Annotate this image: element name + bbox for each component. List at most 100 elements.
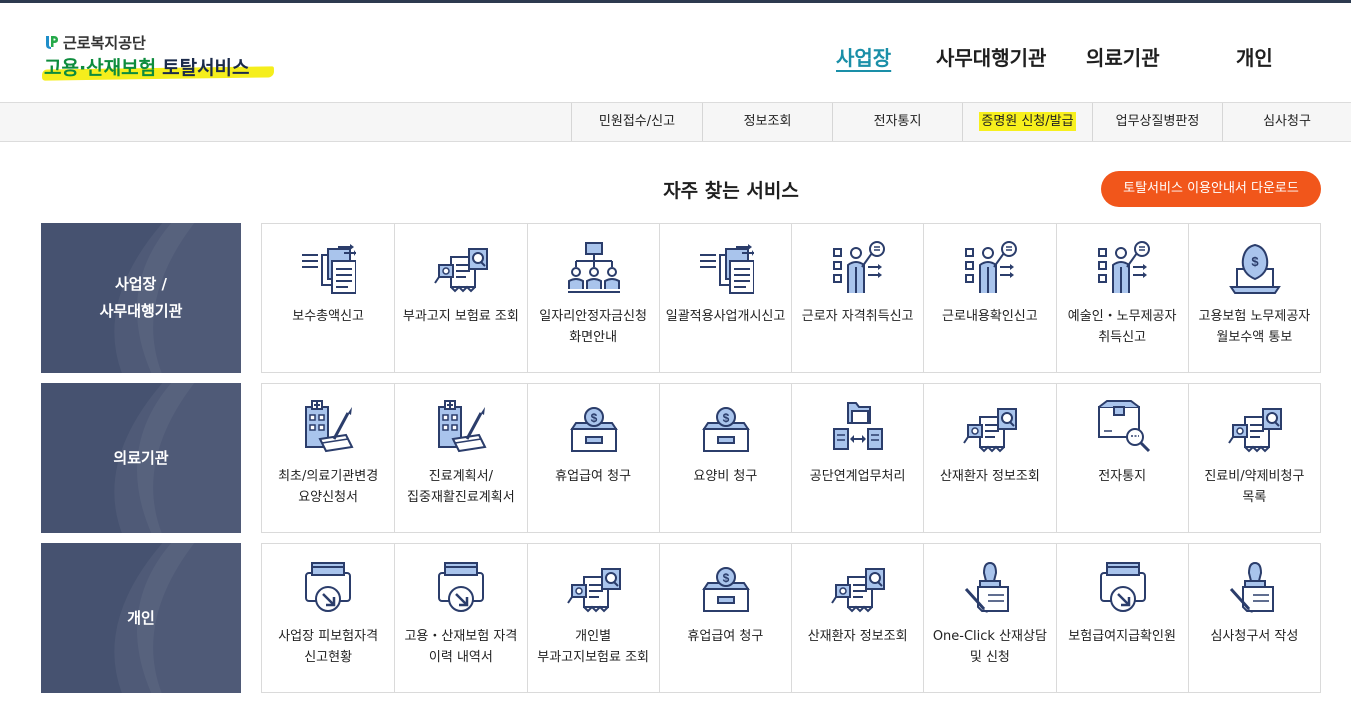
receipt-search-icon: [566, 568, 621, 613]
subnav-label: 심사청구: [1263, 114, 1311, 129]
service-tile[interactable]: 산재환자 정보조회: [791, 544, 923, 692]
document-transfer-icon: [699, 244, 754, 294]
service-tile[interactable]: 최초/의료기관변경 요양신청서: [262, 384, 394, 532]
service-label: 보험급여지급확인원: [1068, 629, 1176, 644]
hospital-form-icon: [438, 400, 487, 453]
service-tile[interactable]: 사업장 피보험자격 신고현황: [262, 544, 394, 692]
subnav-label: 전자통지: [873, 114, 922, 129]
category-label: 개인: [127, 605, 155, 632]
service-label: 근로자 자격취득신고: [801, 309, 914, 324]
presenter-checklist-icon: [1097, 241, 1150, 293]
stamp-sign-icon: [965, 561, 1010, 613]
subnav-inquiry[interactable]: 정보조회: [702, 103, 832, 141]
service-tile[interactable]: 보수총액신고: [262, 224, 394, 372]
service-tile[interactable]: 보험급여지급확인원: [1055, 544, 1188, 692]
subnav-label: 업무상질병판정: [1115, 114, 1200, 129]
service-tile[interactable]: 부과고지 보험료 조회: [394, 224, 526, 372]
service-tile[interactable]: $ 요양비 청구: [658, 384, 791, 532]
service-label: 전자통지: [1098, 469, 1147, 484]
service-tile[interactable]: 근로자 자격취득신고: [791, 224, 923, 372]
site-logo[interactable]: 근로복지공단 고용·산재보험 토탈서비스: [41, 33, 275, 83]
svg-text:$: $: [722, 411, 729, 425]
printer-download-icon: [438, 562, 485, 612]
service-tile[interactable]: 일자리안정자금신청 화면안내: [526, 224, 659, 372]
logo-org-name: 근로복지공단: [63, 33, 146, 52]
header: 근로복지공단 고용·산재보험 토탈서비스 사업장 사무대행기관 의료기관 개인: [0, 3, 1351, 102]
service-grid: 최초/의료기관변경 요양신청서 진료계획서/집중재활진료계획서 $ 휴업급여 청…: [261, 383, 1321, 533]
service-label: 예술인・노무제공자 취득신고: [1067, 309, 1177, 345]
service-label: 보수총액신고: [292, 309, 364, 324]
category-panel: 사업장 / 사무대행기관: [41, 223, 241, 373]
subnav-certificate[interactable]: 증명원 신청/발급: [962, 103, 1092, 141]
category-label-line1: 사업장 /: [114, 275, 168, 293]
service-tile[interactable]: 산재환자 정보조회: [923, 384, 1055, 532]
logo-service-name: 고용·산재보험 토탈서비스: [41, 53, 275, 83]
receipt-search-icon: [1227, 408, 1282, 453]
subnav-label: 증명원 신청/발급: [979, 112, 1076, 131]
service-tile[interactable]: 일괄적용사업개시신고: [658, 224, 791, 372]
svg-text:$: $: [1251, 254, 1259, 269]
hospital-form-icon: [305, 400, 354, 453]
category-label: 사업장 / 사무대행기관: [100, 271, 183, 325]
service-tile[interactable]: $ 고용보험 노무제공자 월보수액 통보: [1187, 224, 1320, 372]
service-tile[interactable]: 공단연계업무처리: [791, 384, 923, 532]
subnav-label: 정보조회: [743, 114, 792, 129]
category-label-line1: 의료기관: [113, 448, 169, 467]
service-tile[interactable]: 고용・산재보험 자격 이력 내역서: [394, 544, 526, 692]
service-label: One-Click 산재상담 및 신청: [932, 629, 1047, 665]
service-label: 일자리안정자금신청 화면안내: [539, 309, 647, 345]
service-label: 사업장 피보험자격 신고현황: [278, 629, 379, 665]
category-panel: 의료기관: [41, 383, 241, 533]
laptop-money-icon: $: [1228, 243, 1281, 294]
service-label: 산재환자 정보조회: [807, 629, 908, 644]
money-box-icon: $: [701, 567, 750, 612]
logo-service-part1: 고용·산재보험: [44, 57, 157, 79]
subnav-review-request[interactable]: 심사청구: [1222, 103, 1351, 141]
service-tile[interactable]: $ 휴업급여 청구: [658, 544, 791, 692]
subnav-e-notice[interactable]: 전자통지: [832, 103, 962, 141]
gnb-agency[interactable]: 사무대행기관: [936, 42, 1046, 71]
service-tile[interactable]: 근로내용확인신고: [923, 224, 1055, 372]
category-label-line2: 사무대행기관: [99, 302, 183, 320]
folder-exchange-icon: [833, 402, 883, 450]
category-label-line1: 개인: [127, 608, 155, 627]
svg-text:$: $: [590, 411, 597, 425]
subnav-disease-judgment[interactable]: 업무상질병판정: [1092, 103, 1222, 141]
service-tile[interactable]: 예술인・노무제공자 취득신고: [1055, 224, 1188, 372]
gnb-business[interactable]: 사업장: [836, 42, 891, 71]
receipt-search-icon: [831, 568, 885, 613]
printer-download-icon: [1099, 562, 1146, 612]
guide-download-button[interactable]: 토탈서비스 이용안내서 다운로드: [1101, 171, 1321, 207]
service-tile[interactable]: 진료계획서/집중재활진료계획서: [394, 384, 526, 532]
service-label: 휴업급여 청구: [687, 629, 764, 644]
service-label: 진료계획서/집중재활진료계획서: [407, 469, 515, 505]
service-label: 심사청구서 작성: [1210, 629, 1299, 644]
logo-service-part2: 토탈서비스: [162, 57, 250, 79]
category-panel: 개인: [41, 543, 241, 693]
printer-download-icon: [305, 562, 351, 612]
service-tile[interactable]: 심사청구서 작성: [1187, 544, 1320, 692]
category-label: 의료기관: [113, 445, 168, 472]
service-tile[interactable]: $ 휴업급여 청구: [526, 384, 659, 532]
service-tile[interactable]: 진료비/약제비청구 목록: [1187, 384, 1320, 532]
service-tile[interactable]: 전자통지: [1055, 384, 1188, 532]
subnav-label: 민원접수/신고: [598, 114, 676, 129]
service-label: 산재환자 정보조회: [939, 469, 1040, 484]
organization-people-icon: [567, 242, 620, 293]
stamp-sign-icon: [1229, 561, 1274, 613]
comwel-logo-icon: [46, 36, 58, 49]
box-search-icon: [1097, 400, 1150, 453]
service-tile[interactable]: 개인별 부과고지보험료 조회: [526, 544, 659, 692]
receipt-search-icon: [434, 248, 489, 293]
gnb-personal[interactable]: 개인: [1236, 42, 1273, 71]
service-label: 휴업급여 청구: [555, 469, 632, 484]
gnb-medical[interactable]: 의료기관: [1086, 42, 1160, 71]
svg-text:$: $: [722, 571, 729, 585]
subnav-complaint[interactable]: 민원접수/신고: [571, 103, 702, 141]
service-label: 고용・산재보험 자격 이력 내역서: [404, 629, 518, 665]
service-tile[interactable]: One-Click 산재상담 및 신청: [923, 544, 1055, 692]
service-label: 최초/의료기관변경 요양신청서: [278, 469, 379, 505]
money-box-icon: $: [701, 407, 750, 452]
service-label: 고용보험 노무제공자 월보수액 통보: [1198, 309, 1311, 345]
presenter-checklist-icon: [965, 241, 1018, 293]
